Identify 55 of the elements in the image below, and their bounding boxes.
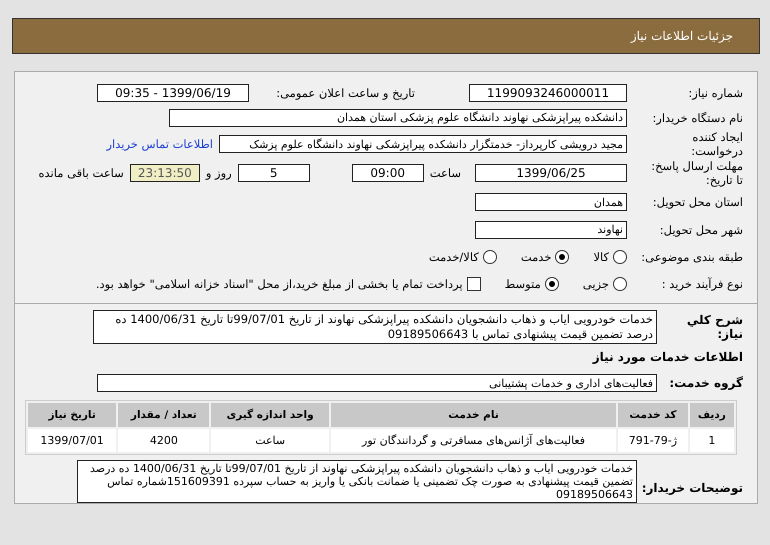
table-cell: 1 <box>690 429 734 452</box>
table-cell: 1399/07/01 <box>28 429 116 452</box>
field-label: توضیحات خریدار: <box>643 481 743 495</box>
province-field: همدان <box>475 193 627 211</box>
requester-field: مجید درویشی کارپرداز- خدمتگزار دانشکده پیراپزشکی نهاوند دانشگاه علوم پزشک <box>219 135 627 153</box>
buyer-notes-text: خدمات خودرویی ایاب و ذهاب دانشجویان دانشکده پیراپزشکی نهاوند از تاریخ 99/07/01تا تاریخ 1400/06/31 ده درصد تضمین قیمت پیشنهادی به صورت چک تضمینی یا ضمانت بانکی یا واریز به حساب سپرده 151609391شماره تماس 09189506643 <box>77 460 637 503</box>
buyer-field: دانشکده پیراپزشکی نهاوند دانشگاه علوم پزشکی استان همدان <box>169 108 627 126</box>
checkbox-icon <box>466 276 481 290</box>
process-radio[interactable]: جزیی <box>582 276 627 290</box>
announce-date-field: 1399/06/19 - 09:35 <box>97 84 249 102</box>
column-header: واحد اندازه گیری <box>211 403 329 427</box>
deadline-time-field: 09:00 <box>352 164 424 182</box>
buyer-contact-link[interactable]: اطلاعات تماس خریدار <box>106 137 213 151</box>
need-number-field: 1199093246000011 <box>469 84 627 102</box>
radio-icon <box>613 276 627 290</box>
column-header: تاریخ نیاز <box>28 403 116 427</box>
table-cell: ساعت <box>211 429 329 452</box>
table-cell: ژ-79-791 <box>618 429 688 452</box>
remaining-time-field: 23:13:50 <box>130 164 200 182</box>
time-label: ساعت <box>430 166 461 180</box>
field-label: شماره نیاز: <box>687 86 743 100</box>
days-field: 5 <box>238 164 310 182</box>
field-label: گروه خدمت: <box>668 376 743 390</box>
field-label: ایجاد کننده درخواست: <box>690 130 743 158</box>
field-label: تاریخ و ساعت اعلان عمومی: <box>275 86 415 100</box>
days-label: روز و <box>206 166 232 180</box>
description-text: خدمات خودرویی ایاب و ذهاب دانشجویان دانشکده پیراپزشکی نهاوند از تاریخ 99/07/01تا تاریخ 1400/06/31 ده درصد تضمین قیمت پیشنهادی تماس با 09189506643 <box>93 310 657 344</box>
city-field: نهاوند <box>475 220 627 238</box>
field-label: طبقه بندی موضوعی: <box>640 250 743 264</box>
radio-icon <box>555 250 570 264</box>
radio-icon <box>482 250 497 264</box>
field-label: نام دستگاه خریدار: <box>651 110 743 124</box>
radio-icon <box>613 250 627 264</box>
field-label: استان محل تحویل: <box>652 195 743 209</box>
page-title: جزئیات اطلاعات نیاز <box>630 29 733 43</box>
column-header: نام خدمت <box>330 403 616 427</box>
deadline-date-field: 1399/06/25 <box>475 164 627 182</box>
table-cell: 4200 <box>118 429 210 452</box>
payment-checkbox[interactable]: پرداخت تمام یا بخشی از مبلغ خرید،از محل "اسناد خزانه اسلامی" خواهد بود. <box>96 276 481 290</box>
table-cell: فعالیت‌های آژانس‌های مسافرتی و گردانندگان تور <box>330 429 616 452</box>
column-header: تعداد / مقدار <box>118 403 210 427</box>
category-radio[interactable]: خدمت <box>520 250 570 264</box>
field-label: نوع فرآیند خرید : <box>660 276 743 290</box>
field-label: شرح کلي نياز: <box>686 313 743 341</box>
category-radio[interactable]: کالا <box>593 250 627 264</box>
radio-icon <box>544 276 559 290</box>
field-label: شهر محل تحویل: <box>658 222 743 236</box>
process-radio[interactable]: متوسط <box>504 276 559 290</box>
field-label: مهلت ارسال پاسخ: تا تاریخ: <box>650 159 743 187</box>
category-radio[interactable]: کالا/خدمت <box>428 250 497 264</box>
column-header: کد خدمت <box>618 403 688 427</box>
remaining-label: ساعت باقی مانده <box>38 166 124 180</box>
service-group-field: فعالیت‌های اداری و خدمات پشتیبانی <box>97 374 657 392</box>
column-header: ردیف <box>690 403 734 427</box>
section-heading: اطلاعات خدمات مورد نیاز <box>592 350 743 364</box>
